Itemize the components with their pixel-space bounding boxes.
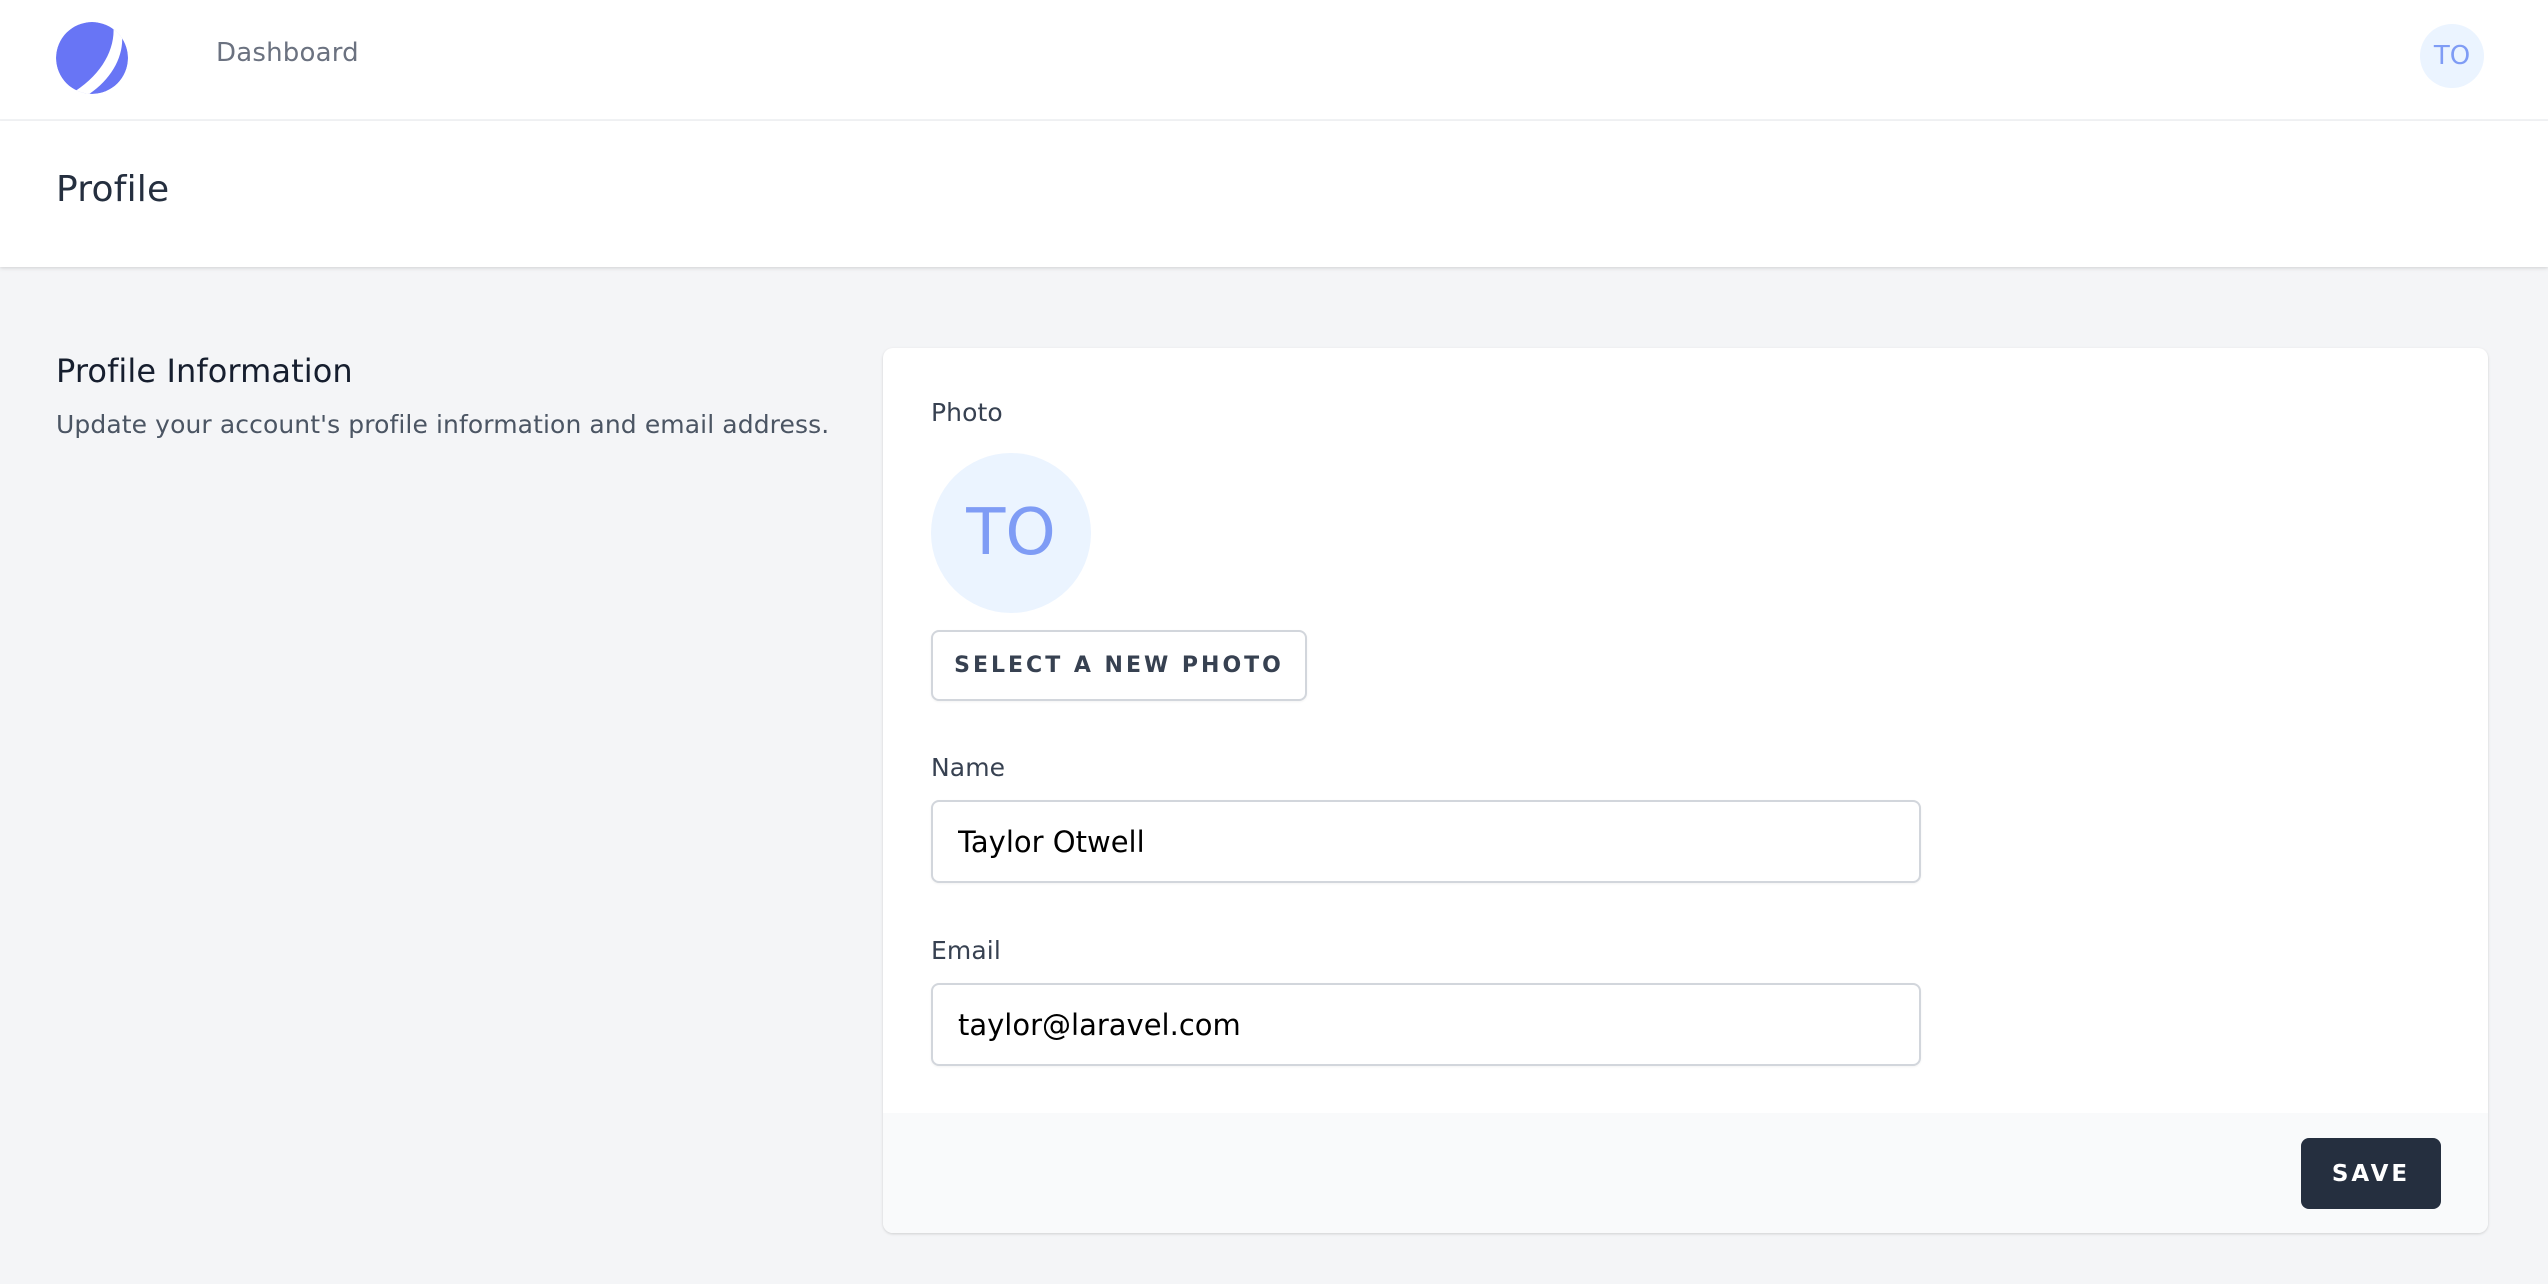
nav-link-dashboard[interactable]: Dashboard bbox=[216, 38, 359, 68]
form-body: Photo TO SELECT A NEW PHOTO Name Email bbox=[883, 348, 2488, 1113]
profile-information-form: Photo TO SELECT A NEW PHOTO Name Email S… bbox=[883, 348, 2488, 1233]
section-description: Update your account's profile informatio… bbox=[56, 410, 830, 439]
section-title: Profile Information bbox=[56, 352, 353, 390]
page-title: Profile bbox=[56, 169, 170, 210]
name-label: Name bbox=[931, 753, 1006, 782]
user-initials: TO bbox=[2433, 41, 2471, 71]
profile-photo-initials: TO bbox=[966, 496, 1056, 570]
section-info: Profile Information Update your account'… bbox=[56, 352, 856, 439]
photo-label: Photo bbox=[931, 398, 1003, 427]
page-header: Profile bbox=[0, 121, 2548, 267]
select-new-photo-button[interactable]: SELECT A NEW PHOTO bbox=[931, 630, 1307, 701]
email-input[interactable] bbox=[931, 983, 1921, 1066]
app-logo[interactable] bbox=[55, 19, 130, 94]
email-label: Email bbox=[931, 936, 1001, 965]
user-menu-avatar[interactable]: TO bbox=[2420, 24, 2484, 88]
form-actions: SAVE bbox=[883, 1113, 2488, 1233]
save-button[interactable]: SAVE bbox=[2301, 1138, 2441, 1209]
profile-photo: TO bbox=[931, 453, 1091, 613]
top-navigation: Dashboard TO bbox=[0, 0, 2548, 121]
logo-icon bbox=[56, 22, 128, 94]
name-input[interactable] bbox=[931, 800, 1921, 883]
